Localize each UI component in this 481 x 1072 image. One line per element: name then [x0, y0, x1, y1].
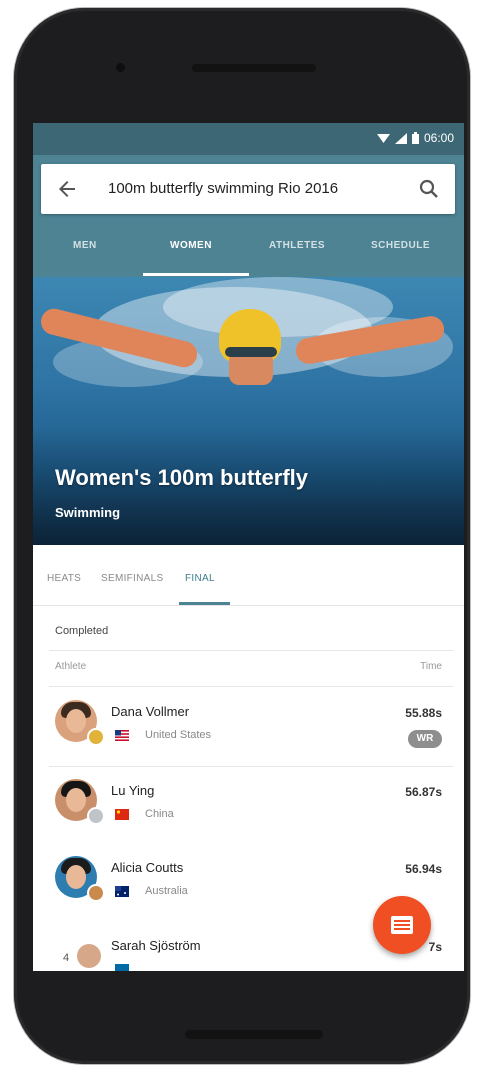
athlete-name: Dana Vollmer	[111, 704, 190, 719]
athlete-name: Alicia Coutts	[111, 860, 184, 875]
tab-schedule[interactable]: SCHEDULE	[371, 240, 430, 251]
earpiece-speaker	[192, 64, 316, 72]
tab-heats[interactable]: HEATS	[47, 573, 81, 584]
tab-indicator	[143, 273, 249, 276]
round-tabs: HEATS SEMIFINALS FINAL	[33, 545, 464, 606]
column-header-athlete: Athlete	[55, 661, 87, 672]
athlete-rank: 4	[63, 952, 70, 964]
column-header-time: Time	[420, 661, 442, 672]
back-arrow-icon[interactable]	[55, 177, 79, 201]
athlete-name: Sarah Sjöström	[111, 938, 201, 953]
search-query[interactable]: 100m butterfly swimming Rio 2016	[108, 180, 338, 197]
category-tabs: MEN WOMEN ATHLETES SCHEDULE	[33, 224, 464, 272]
event-sport: Swimming	[55, 505, 121, 520]
divider	[49, 650, 453, 651]
results-fab-button[interactable]	[373, 896, 431, 954]
sweden-flag-icon	[115, 964, 129, 971]
status-time: 06:00	[423, 131, 454, 145]
battery-icon	[411, 132, 419, 144]
front-camera	[116, 63, 125, 72]
event-title: Women's 100m butterfly	[55, 465, 308, 490]
bottom-speaker	[185, 1030, 323, 1039]
avatar	[77, 944, 101, 968]
athlete-time: 7s	[428, 940, 442, 954]
app-screen: 06:00 100m butterfly swimming Rio 2016 M…	[33, 123, 464, 971]
tab-semifinals[interactable]: SEMIFINALS	[101, 573, 163, 584]
search-icon[interactable]	[417, 177, 441, 201]
search-bar[interactable]: 100m butterfly swimming Rio 2016	[41, 164, 455, 214]
athlete-name: Lu Ying	[111, 783, 155, 798]
signal-icon	[394, 132, 407, 144]
tab-women[interactable]: WOMEN	[170, 240, 212, 251]
athlete-time: 55.88s	[405, 706, 442, 720]
bronze-medal-icon	[87, 884, 105, 902]
result-status: Completed	[55, 625, 109, 637]
athlete-country: China	[145, 808, 174, 820]
tab-men[interactable]: MEN	[73, 240, 97, 251]
divider	[49, 686, 453, 687]
silver-medal-icon	[87, 807, 105, 825]
list-icon	[391, 916, 413, 934]
athlete-country: Australia	[145, 885, 188, 897]
australia-flag-icon	[115, 886, 129, 897]
tab-athletes[interactable]: ATHLETES	[269, 240, 325, 251]
wifi-icon	[376, 133, 390, 143]
divider	[49, 766, 453, 767]
us-flag-icon	[115, 730, 129, 741]
event-hero-image: Women's 100m butterfly Swimming	[33, 277, 464, 545]
china-flag-icon	[115, 809, 129, 820]
athlete-time: 56.94s	[405, 862, 442, 876]
athlete-time: 56.87s	[405, 785, 442, 799]
gold-medal-icon	[87, 728, 105, 746]
round-tab-indicator	[179, 602, 230, 605]
status-bar: 06:00	[33, 123, 464, 155]
athlete-country: United States	[145, 729, 212, 741]
result-row[interactable]: Lu Ying China 56.87s	[33, 779, 464, 857]
world-record-badge: WR	[408, 730, 442, 748]
tab-final[interactable]: FINAL	[185, 573, 215, 584]
